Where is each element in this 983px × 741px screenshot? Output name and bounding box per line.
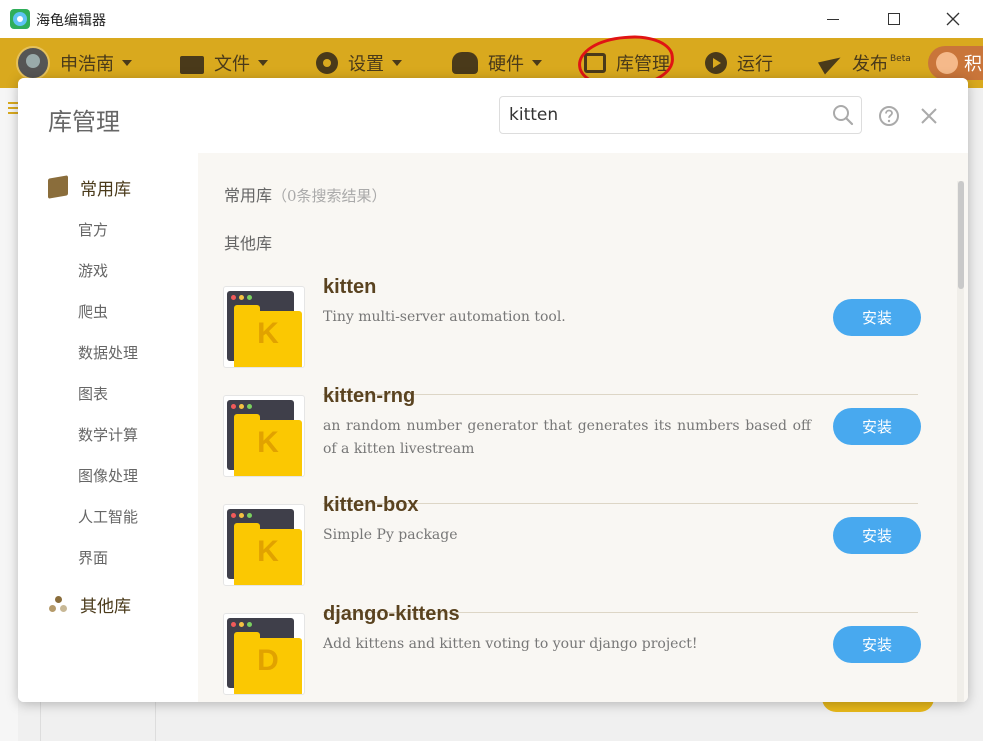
toolbar-right-label: 积 bbox=[964, 54, 982, 75]
sidebar-group-common[interactable]: 常用库 bbox=[48, 175, 131, 200]
sidebar-item-ai[interactable]: 人工智能 bbox=[78, 506, 138, 527]
list-item: K kitten-rng an random number generator … bbox=[223, 385, 921, 504]
chevron-down-icon bbox=[532, 60, 542, 66]
toolbar-right-button[interactable]: 积 bbox=[928, 46, 983, 80]
sidebar-item-gui[interactable]: 界面 bbox=[78, 547, 108, 568]
search-input[interactable] bbox=[500, 97, 820, 133]
play-icon bbox=[705, 52, 727, 74]
maximize-button[interactable] bbox=[871, 0, 917, 38]
dialog-header: 库管理 bbox=[18, 78, 968, 153]
list-item: K kitten-box Simple Py package 安装 bbox=[223, 494, 921, 613]
hardware-icon bbox=[452, 52, 478, 74]
app-logo-icon bbox=[10, 9, 30, 29]
avatar bbox=[16, 46, 50, 80]
library-manager-dialog: 库管理 常用库 官方 游戏 爬虫 数据处理 图表 数学计算 图像处理 人工智能 … bbox=[18, 78, 968, 702]
list-item: D django-kittens Add kittens and kitten … bbox=[223, 603, 921, 702]
close-icon[interactable] bbox=[918, 105, 940, 127]
cluster-icon bbox=[48, 594, 68, 614]
package-folder-icon: D bbox=[223, 613, 305, 695]
scrollbar-thumb[interactable] bbox=[958, 181, 964, 289]
user-circle-icon bbox=[936, 52, 958, 74]
section-title-text: 常用库 bbox=[224, 186, 273, 205]
sidebar-item-games[interactable]: 游戏 bbox=[78, 260, 108, 281]
help-icon[interactable] bbox=[878, 105, 900, 127]
sidebar-item-math[interactable]: 数学计算 bbox=[78, 424, 138, 445]
paper-plane-icon bbox=[820, 52, 842, 74]
package-folder-icon: K bbox=[223, 395, 305, 477]
chevron-down-icon bbox=[122, 60, 132, 66]
dialog-title: 库管理 bbox=[48, 108, 120, 136]
search-icon[interactable] bbox=[832, 104, 854, 126]
package-folder-icon: K bbox=[223, 504, 305, 586]
publish-label: 发布 bbox=[852, 54, 888, 75]
search-result-count: （0条搜索结果） bbox=[272, 187, 387, 205]
package-description: Tiny multi-server automation tool. bbox=[323, 309, 566, 325]
title-bar: 海龟编辑器 bbox=[0, 0, 983, 38]
sidebar-item-charts[interactable]: 图表 bbox=[78, 383, 108, 404]
search-box bbox=[499, 96, 862, 134]
sidebar-item-data-processing[interactable]: 数据处理 bbox=[78, 342, 138, 363]
sidebar-item-crawler[interactable]: 爬虫 bbox=[78, 301, 108, 322]
package-folder-icon: K bbox=[223, 286, 305, 368]
sidebar-group-label: 其他库 bbox=[80, 596, 131, 617]
sidebar-item-image-processing[interactable]: 图像处理 bbox=[78, 465, 138, 486]
window-title: 海龟编辑器 bbox=[36, 13, 106, 29]
close-icon bbox=[946, 12, 960, 26]
settings-menu-label: 设置 bbox=[348, 54, 384, 75]
file-menu-label: 文件 bbox=[214, 54, 250, 75]
list-item: K kitten Tiny multi-server automation to… bbox=[223, 276, 921, 395]
package-letter: K bbox=[257, 535, 279, 568]
editor-background bbox=[0, 88, 18, 741]
beta-badge: Beta bbox=[890, 54, 911, 64]
chevron-down-icon bbox=[258, 60, 268, 66]
package-description: Simple Py package bbox=[323, 527, 458, 543]
divider bbox=[155, 702, 156, 741]
user-name: 申浩南 bbox=[60, 54, 114, 75]
gear-icon bbox=[316, 52, 338, 74]
minimize-button[interactable] bbox=[810, 0, 856, 38]
maximize-icon bbox=[888, 13, 900, 25]
run-label: 运行 bbox=[737, 54, 773, 75]
package-name: kitten-rng bbox=[323, 385, 416, 407]
sidebar-group-label: 常用库 bbox=[80, 179, 131, 200]
folder-icon bbox=[180, 56, 204, 74]
window-close-button[interactable] bbox=[930, 0, 976, 38]
install-button[interactable]: 安装 bbox=[833, 626, 921, 663]
minimize-icon bbox=[827, 18, 839, 20]
chevron-down-icon bbox=[392, 60, 402, 66]
package-description: an random number generator that generate… bbox=[323, 418, 811, 457]
package-letter: D bbox=[257, 644, 279, 677]
package-name: kitten bbox=[323, 276, 377, 298]
package-letter: K bbox=[257, 317, 279, 350]
cube-icon bbox=[48, 175, 68, 199]
sidebar-item-official[interactable]: 官方 bbox=[78, 219, 108, 240]
sidebar-group-other[interactable]: 其他库 bbox=[48, 592, 131, 617]
divider bbox=[40, 702, 41, 741]
package-description: Add kittens and kitten voting to your dj… bbox=[323, 636, 698, 652]
other-section-title: 其他库 bbox=[224, 234, 273, 253]
package-letter: K bbox=[257, 426, 279, 459]
library-list: 常用库（0条搜索结果） 其他库 K kitten Tiny multi-serv… bbox=[198, 153, 968, 702]
install-button[interactable]: 安装 bbox=[833, 299, 921, 336]
install-button[interactable]: 安装 bbox=[833, 517, 921, 554]
package-name: django-kittens bbox=[323, 603, 460, 625]
common-section-title: 常用库（0条搜索结果） bbox=[224, 182, 387, 206]
package-name: kitten-box bbox=[323, 494, 419, 516]
install-button[interactable]: 安装 bbox=[833, 408, 921, 445]
library-sidebar: 常用库 官方 游戏 爬虫 数据处理 图表 数学计算 图像处理 人工智能 界面 其… bbox=[18, 153, 198, 702]
hardware-menu-label: 硬件 bbox=[488, 54, 524, 75]
